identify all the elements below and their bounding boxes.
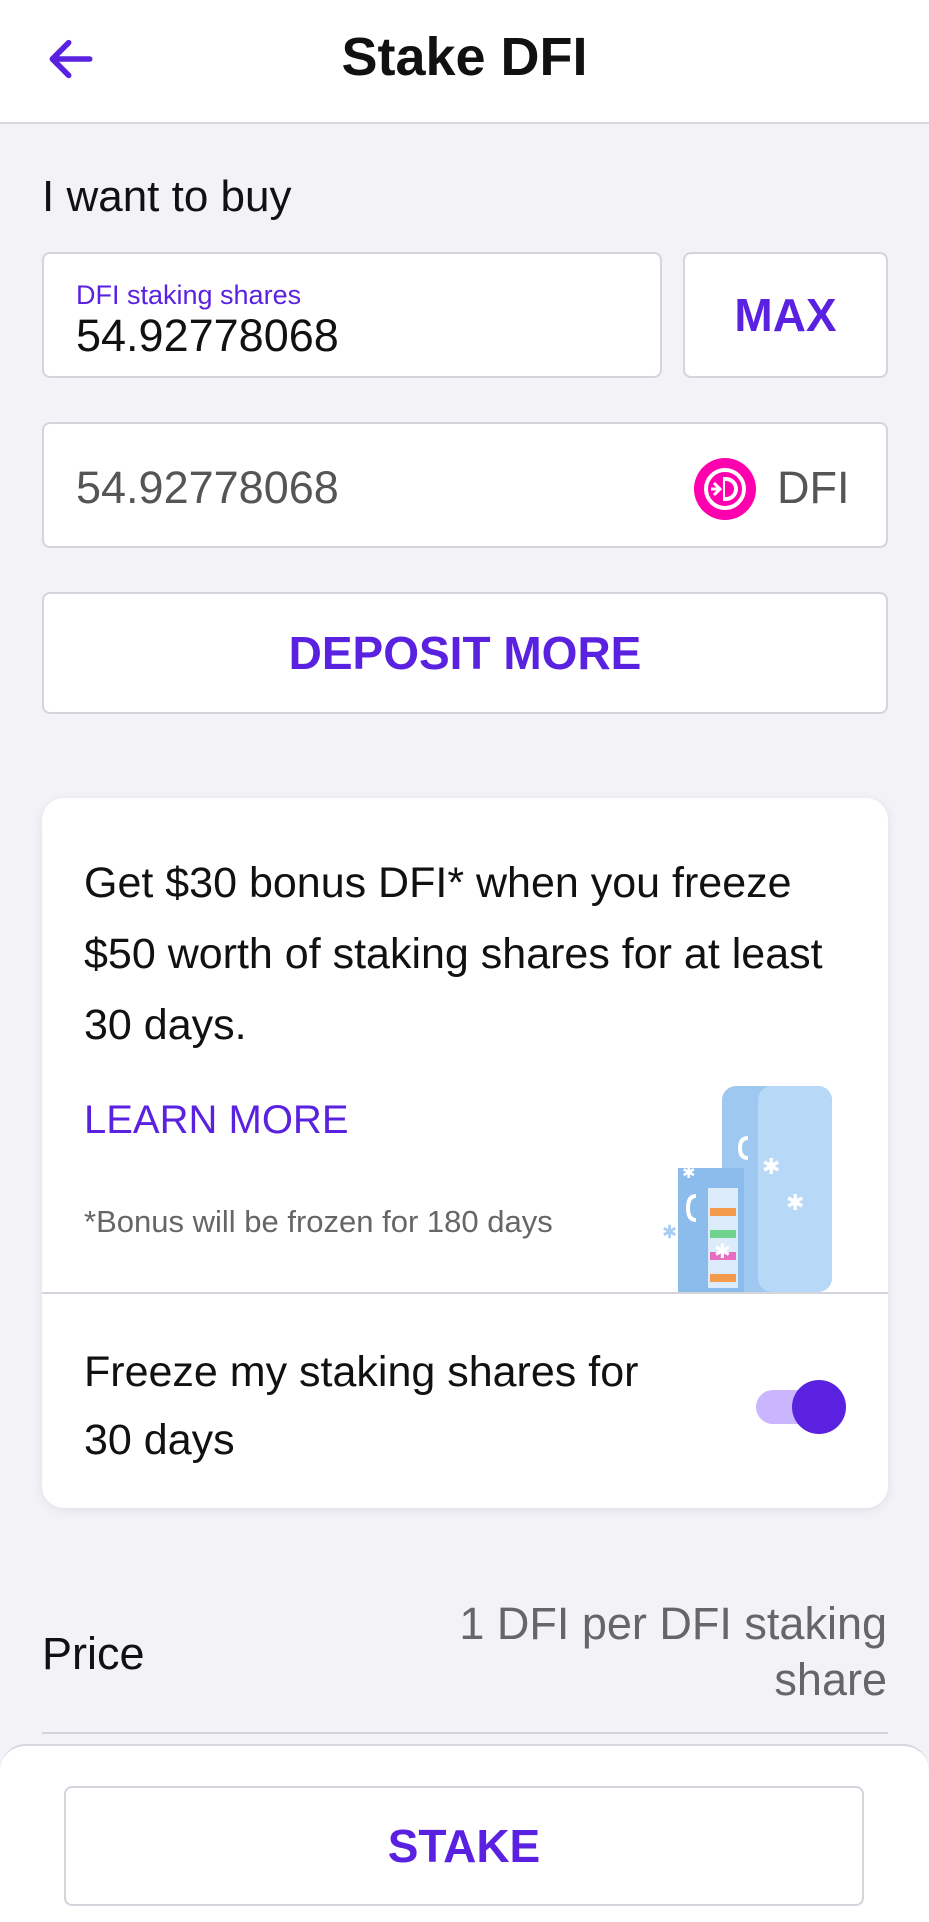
freeze-toggle[interactable]	[756, 1378, 846, 1436]
staking-shares-value[interactable]: 54.92778068	[76, 310, 339, 362]
fridge-illustration: ✱ ✱ ✱ ✱ ✱	[662, 1086, 832, 1292]
svg-text:✱: ✱	[682, 1163, 695, 1182]
price-label: Price	[42, 1628, 145, 1679]
svg-text:✱: ✱	[662, 1222, 677, 1243]
svg-text:✱: ✱	[762, 1155, 780, 1180]
bonus-promo-card: Get $30 bonus DFI* when you freeze $50 w…	[42, 798, 888, 1508]
promo-text: Get $30 bonus DFI* when you freeze $50 w…	[84, 859, 823, 1049]
dfi-amount-value: 54.92778068	[76, 462, 339, 513]
dfi-unit-label: DFI	[777, 462, 850, 513]
bonus-note: *Bonus will be frozen for 180 days	[84, 1204, 553, 1239]
max-button[interactable]: MAX	[683, 252, 888, 378]
toggle-knob	[792, 1380, 846, 1434]
buy-section-label: I want to buy	[42, 172, 292, 221]
dfi-amount-field[interactable]: 54.92778068 DFI	[42, 422, 888, 548]
svg-text:✱: ✱	[714, 1239, 731, 1263]
price-divider	[42, 1732, 888, 1734]
staking-shares-field-label: DFI staking shares	[76, 280, 302, 310]
staking-shares-input[interactable]: DFI staking shares 54.92778068	[42, 252, 662, 378]
app-header: Stake DFI	[0, 0, 929, 124]
promo-divider	[42, 1292, 888, 1294]
defichain-logo-icon	[694, 458, 756, 520]
deposit-more-button[interactable]: DEPOSIT MORE	[42, 592, 888, 714]
page-title: Stake DFI	[341, 27, 588, 87]
stake-button[interactable]: STAKE	[64, 1786, 864, 1906]
learn-more-link[interactable]: LEARN MORE	[84, 1098, 349, 1143]
price-value: 1 DFI per DFI staking share	[459, 1598, 887, 1705]
freeze-toggle-label: Freeze my staking shares for 30 days	[84, 1348, 639, 1464]
bottom-action-bar: STAKE	[0, 1744, 929, 1922]
svg-text:✱: ✱	[786, 1191, 804, 1216]
